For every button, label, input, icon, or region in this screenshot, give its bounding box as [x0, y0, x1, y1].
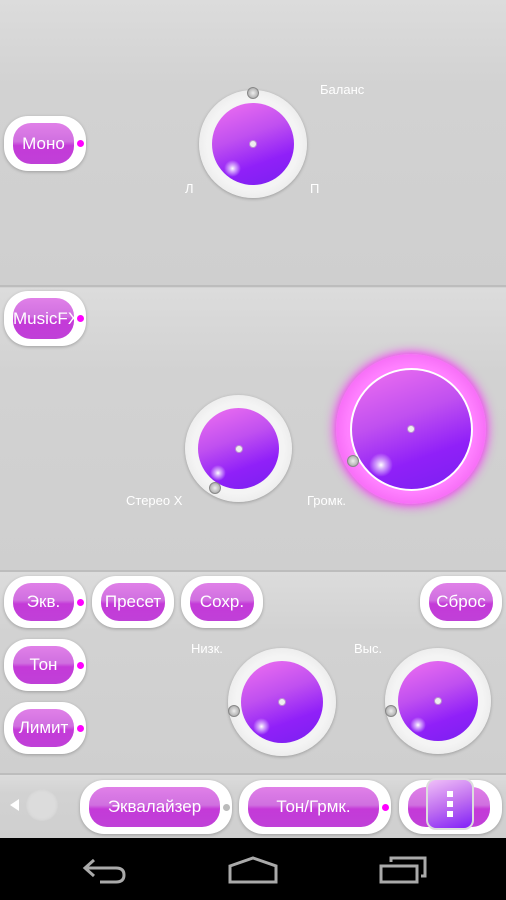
mono-toggle[interactable]: Моно	[4, 116, 86, 171]
stereo-x-label: Стерео X	[126, 493, 183, 508]
more-vert-icon[interactable]	[426, 778, 474, 830]
balance-panel: Моно Баланс Л П	[0, 0, 506, 287]
musicfx-panel: MusicFX Стерео X Громк.	[0, 288, 506, 572]
eq-toggle[interactable]: Экв.	[4, 576, 86, 628]
limit-toggle[interactable]: Лимит	[4, 702, 86, 754]
stereo-x-knob[interactable]	[185, 395, 292, 502]
save-button[interactable]: Сохр.	[181, 576, 263, 628]
treble-knob[interactable]	[385, 648, 491, 754]
preset-button[interactable]: Пресет	[92, 576, 174, 628]
balance-left-label: Л	[185, 181, 194, 196]
tone-indicator	[77, 661, 84, 669]
equalizer-panel: Экв. Пресет Сохр. Сброс Тон Лимит Низк. …	[0, 572, 506, 775]
balance-label: Баланс	[320, 82, 365, 97]
bottom-bar: Эквалайзер Тон/Грмк.	[0, 775, 506, 838]
tone-volume-tab-indicator	[382, 803, 389, 811]
limit-indicator	[77, 724, 84, 732]
volume-knob[interactable]	[336, 354, 486, 504]
bass-label: Низк.	[191, 641, 223, 656]
eq-indicator	[77, 598, 84, 606]
volume-label: Громк.	[307, 493, 347, 508]
home-icon[interactable]	[228, 856, 278, 884]
musicfx-indicator	[77, 315, 84, 322]
reset-button[interactable]: Сброс	[420, 576, 502, 628]
balance-right-label: П	[310, 181, 320, 196]
back-icon[interactable]	[82, 856, 128, 884]
musicfx-toggle[interactable]: MusicFX	[4, 291, 86, 346]
balance-knob[interactable]	[199, 87, 307, 198]
equalizer-tab[interactable]: Эквалайзер	[80, 780, 232, 834]
mono-indicator	[77, 140, 84, 147]
equalizer-tab-indicator	[223, 803, 230, 811]
tone-toggle[interactable]: Тон	[4, 639, 86, 691]
play-back-icon[interactable]	[10, 789, 62, 821]
system-nav-bar	[0, 838, 506, 900]
bass-knob[interactable]	[228, 648, 336, 756]
tone-volume-tab[interactable]: Тон/Грмк.	[239, 780, 391, 834]
recents-icon[interactable]	[379, 856, 427, 884]
treble-label: Выс.	[354, 641, 383, 656]
